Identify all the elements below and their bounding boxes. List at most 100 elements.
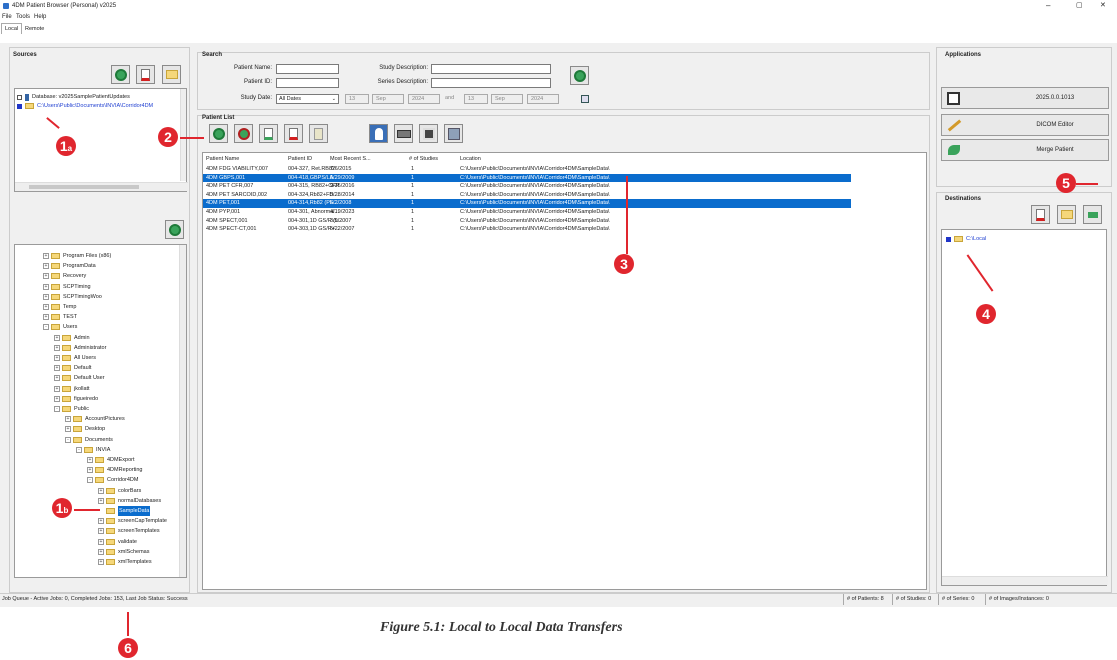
- horizontal-scrollbar[interactable]: [15, 182, 188, 191]
- remove-source-button[interactable]: [136, 65, 155, 84]
- remove-destination-button[interactable]: [1031, 205, 1050, 224]
- tree-item[interactable]: + screenCapTemplate: [98, 516, 167, 526]
- menu-file[interactable]: File: [2, 12, 12, 23]
- tree-item[interactable]: + Administrator: [54, 343, 106, 353]
- study-description-input[interactable]: [431, 64, 551, 74]
- table-row[interactable]: 4DM PET SARCOID,002 004-324,Rb82+FD... 5/2…: [203, 191, 851, 200]
- tree-item[interactable]: + Program Files (x86): [43, 251, 111, 261]
- tab-local[interactable]: Local: [1, 23, 23, 34]
- expand-icon[interactable]: +: [43, 314, 49, 321]
- menu-help[interactable]: Help: [34, 12, 46, 23]
- table-row[interactable]: 4DM PYP,001 004-301, Abnormal... 4/19/2023…: [203, 208, 851, 217]
- expand-icon[interactable]: +: [43, 253, 49, 259]
- destination-local-item[interactable]: C:\Local: [946, 234, 986, 244]
- refresh-sources-button[interactable]: [111, 65, 130, 84]
- menu-tools[interactable]: Tools: [16, 12, 30, 23]
- expand-icon[interactable]: +: [98, 559, 104, 565]
- checkbox-checked[interactable]: [946, 236, 951, 242]
- table-row[interactable]: 4DM PET CFR,007 004-315, RB82+CFR 9/26/201…: [203, 182, 851, 191]
- column-header[interactable]: Location: [460, 155, 481, 164]
- collapse-icon[interactable]: -: [43, 324, 49, 331]
- column-header[interactable]: Patient ID: [288, 155, 312, 164]
- add-destination-button[interactable]: [1057, 205, 1076, 224]
- expand-icon[interactable]: +: [54, 385, 60, 392]
- expand-icon[interactable]: +: [43, 263, 49, 270]
- app-dicom-editor-button[interactable]: DICOM Editor: [941, 114, 1109, 136]
- send-button[interactable]: [394, 124, 413, 143]
- vertical-scrollbar[interactable]: [180, 89, 186, 181]
- tree-item[interactable]: + validate: [98, 537, 137, 547]
- tree-item[interactable]: +4DMReporting: [87, 465, 142, 475]
- tree-item[interactable]: +4DMExport: [87, 455, 135, 465]
- app-4dm-button[interactable]: 2025.0.0.1013: [941, 87, 1109, 109]
- table-row[interactable]: 4DM GBPS,001 004-418,GBPS/LA... 5/29/2009 1…: [203, 173, 851, 183]
- expand-icon[interactable]: +: [43, 293, 49, 300]
- report-button[interactable]: [309, 124, 328, 143]
- patient-name-input[interactable]: [276, 64, 339, 74]
- tree-item[interactable]: - INVIA: [76, 445, 110, 455]
- expand-icon[interactable]: +: [54, 395, 60, 402]
- scroll-thumb[interactable]: [29, 185, 139, 189]
- expand-icon[interactable]: +: [43, 283, 49, 290]
- collapse-icon[interactable]: -: [65, 436, 71, 443]
- tree-item[interactable]: + screenTemplates: [98, 526, 160, 536]
- source-folder-item[interactable]: C:\Users\Public\Documents\INVIA\Corridor…: [17, 101, 153, 111]
- expand-icon[interactable]: +: [43, 273, 49, 280]
- to-day-select[interactable]: 13: [464, 94, 488, 104]
- tree-item[interactable]: + colorBars: [98, 486, 141, 496]
- horizontal-scrollbar[interactable]: [942, 576, 1108, 585]
- expand-icon[interactable]: +: [54, 375, 60, 382]
- tree-item[interactable]: SampleData: [98, 505, 151, 517]
- maximize-button[interactable]: ▢: [1076, 0, 1083, 12]
- checkbox-checked[interactable]: [17, 103, 22, 109]
- tree-item[interactable]: + normalDatabases: [98, 496, 161, 506]
- expand-icon[interactable]: +: [54, 334, 60, 341]
- tab-remote[interactable]: Remote: [22, 24, 47, 34]
- tree-scrollbar[interactable]: [179, 245, 186, 577]
- from-month-select[interactable]: Sep: [372, 94, 404, 104]
- table-row[interactable]: 4DM SPECT,001 004-301,1D GS/R (L... 3/9/20…: [203, 217, 851, 226]
- transfer-button[interactable]: [1083, 205, 1102, 224]
- expand-icon[interactable]: +: [98, 548, 104, 555]
- expand-icon[interactable]: +: [98, 487, 104, 494]
- expand-icon[interactable]: +: [98, 528, 104, 535]
- table-row[interactable]: 4DM FDG VIABILITY,007 004-327, Ret.RB82 7/…: [203, 165, 851, 174]
- expand-icon[interactable]: +: [54, 355, 60, 361]
- expand-icon[interactable]: +: [43, 304, 49, 310]
- table-row[interactable]: 4DM SPECT-CT,001 004-303,1D GS/R+... 5/22/…: [203, 225, 851, 234]
- export-button[interactable]: [419, 124, 438, 143]
- tree-item[interactable]: + Admin: [54, 333, 90, 343]
- study-date-select[interactable]: All Dates ⌄: [276, 94, 339, 104]
- collapse-icon[interactable]: -: [54, 406, 60, 412]
- tree-item[interactable]: + AccountPictures: [65, 414, 125, 424]
- tree-item[interactable]: - Public: [54, 404, 89, 414]
- view-patient-button[interactable]: [369, 124, 388, 143]
- patient-id-input[interactable]: [276, 78, 339, 88]
- tree-item[interactable]: - Corridor4DM: [87, 475, 138, 485]
- from-day-select[interactable]: 13: [345, 94, 369, 104]
- collapse-icon[interactable]: -: [87, 477, 93, 484]
- tree-item[interactable]: + SCPTiming: [43, 282, 91, 292]
- close-button[interactable]: ✕: [1100, 0, 1106, 12]
- delete-patient-button[interactable]: [284, 124, 303, 143]
- tree-item[interactable]: + Default: [54, 363, 91, 373]
- to-month-select[interactable]: Sep: [491, 94, 523, 104]
- tree-item[interactable]: + TEST: [43, 312, 77, 322]
- tree-item[interactable]: + Recovery: [43, 271, 86, 281]
- collapse-icon[interactable]: -: [76, 446, 82, 453]
- tree-item[interactable]: + ProgramData: [43, 261, 96, 271]
- tree-item[interactable]: + xmlTemplates: [98, 557, 152, 567]
- expand-icon[interactable]: +: [87, 457, 93, 463]
- edit-patient-button[interactable]: [259, 124, 278, 143]
- expand-icon[interactable]: +: [54, 344, 60, 351]
- expand-icon[interactable]: +: [65, 426, 71, 433]
- refresh-selected-button[interactable]: [234, 124, 253, 143]
- expand-icon[interactable]: +: [98, 518, 104, 525]
- checkbox[interactable]: [17, 94, 22, 100]
- to-year-select[interactable]: 2024: [527, 94, 559, 104]
- search-button[interactable]: [570, 66, 589, 85]
- column-header[interactable]: Most Recent S...: [330, 155, 371, 164]
- minimize-button[interactable]: –: [1046, 0, 1050, 12]
- refresh-tree-button[interactable]: [165, 220, 184, 239]
- layout-button[interactable]: [444, 124, 463, 143]
